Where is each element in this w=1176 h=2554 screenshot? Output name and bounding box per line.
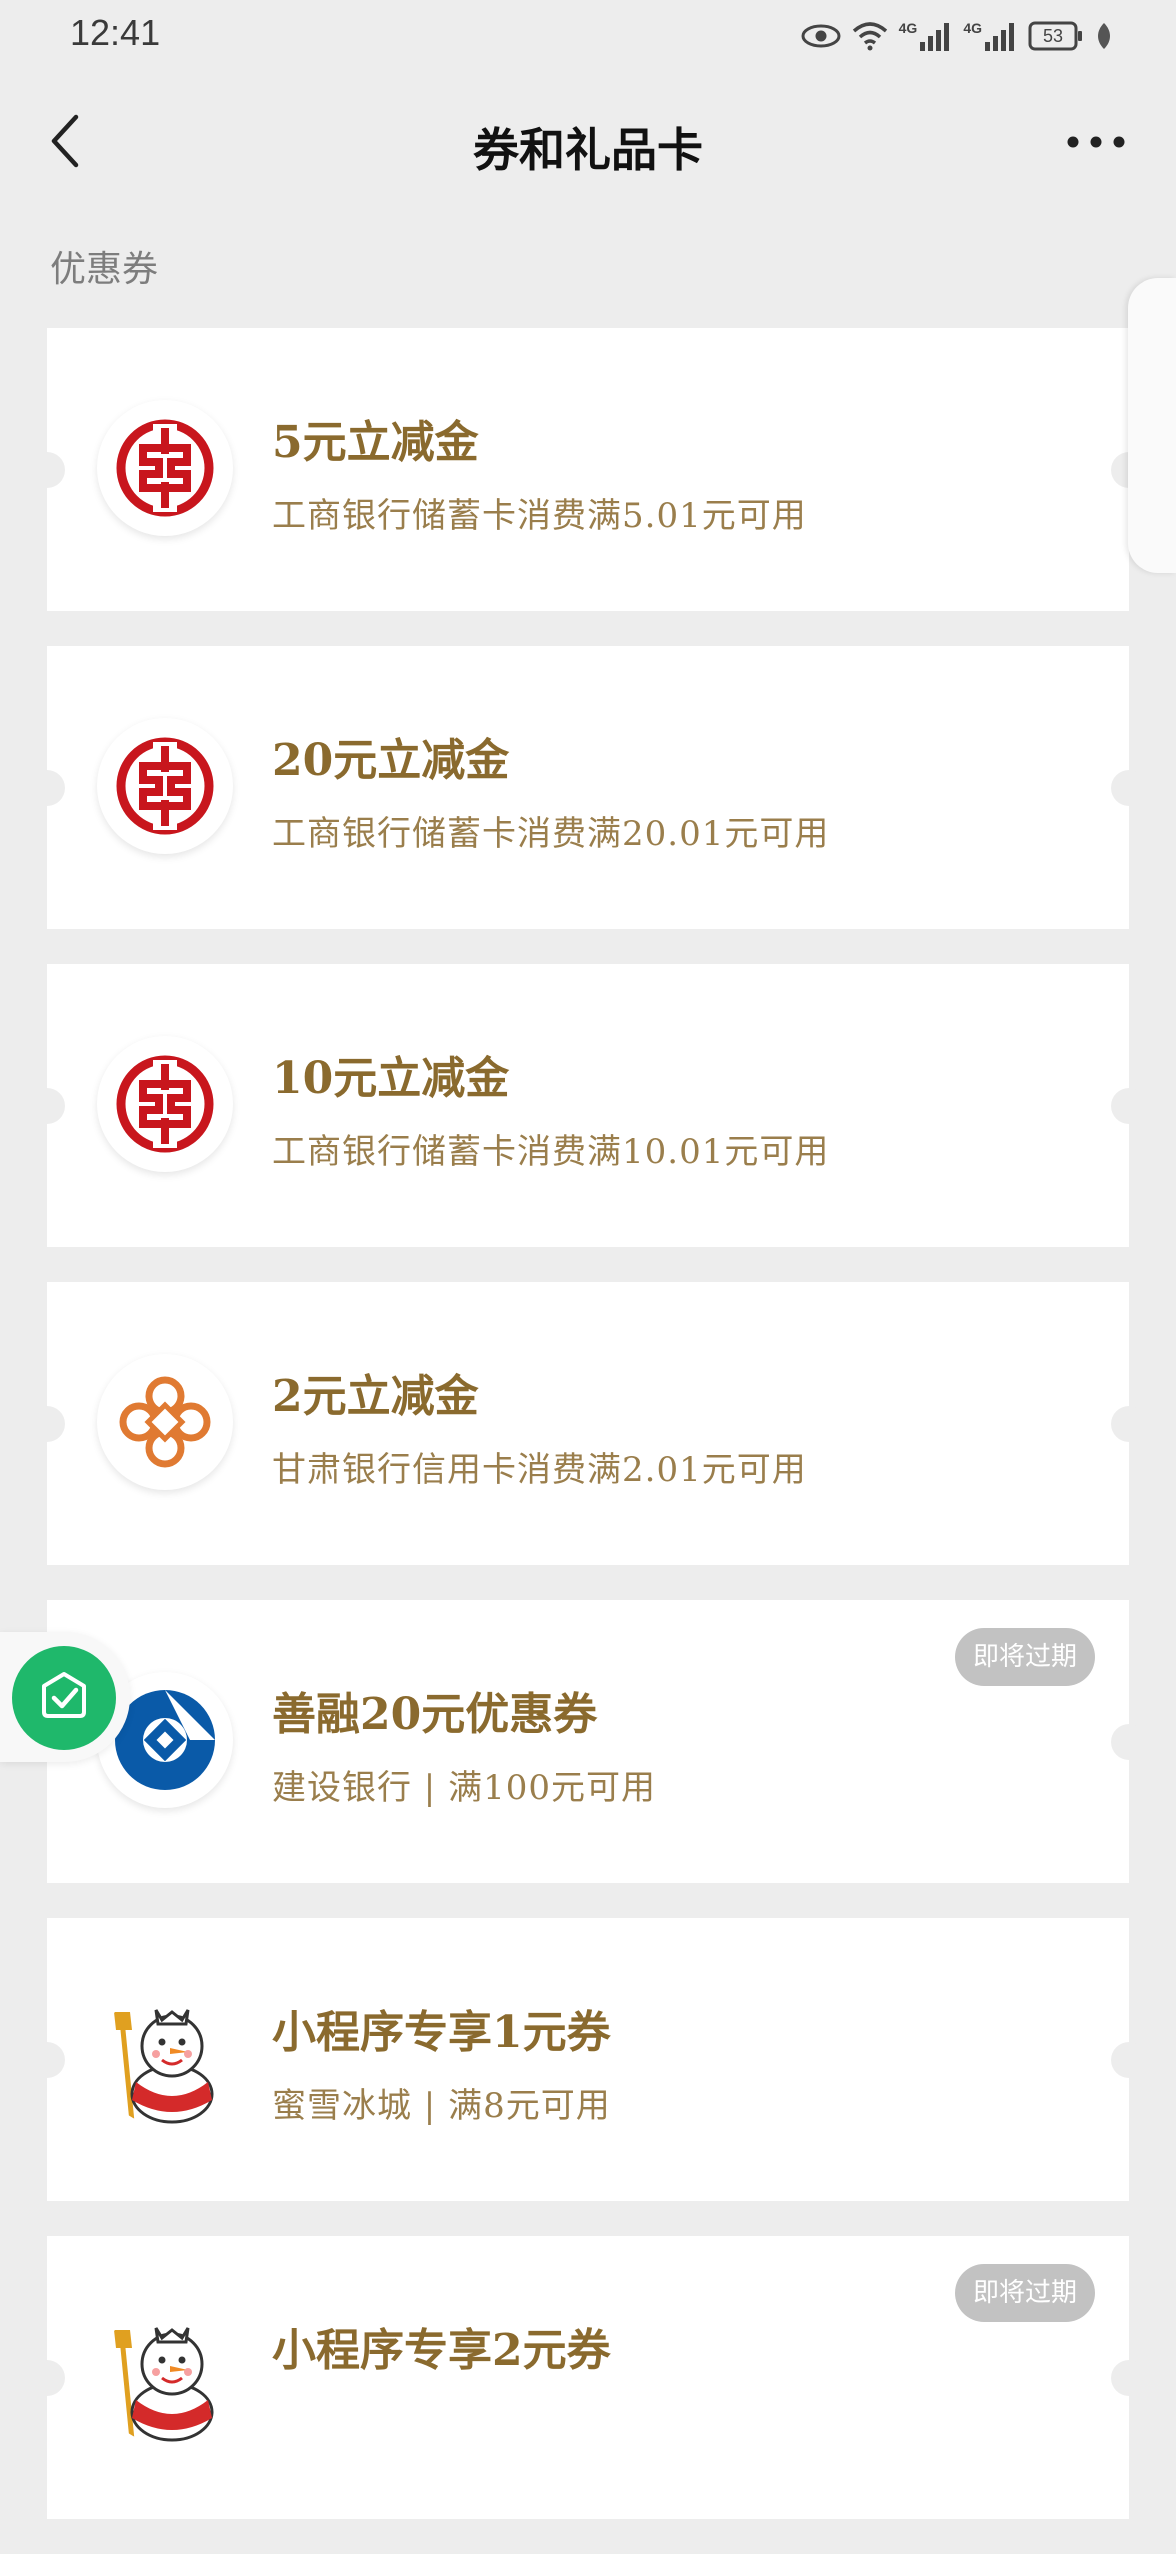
- mixue-snowman-logo: [97, 2308, 233, 2444]
- ticket-notch: [29, 1088, 65, 1124]
- coupon-title: 10元立减金: [272, 1053, 510, 1104]
- cell-signal-icon: 4G: [963, 20, 1018, 52]
- wifi-icon: [851, 20, 889, 52]
- section-label: 优惠券: [50, 249, 159, 290]
- coupon-title: 小程序专享1元券: [272, 2007, 611, 2058]
- ticket-notch: [29, 2042, 65, 2078]
- coupon-title: 20元立减金: [272, 735, 510, 786]
- network-label: 4G: [898, 20, 918, 36]
- expiring-badge: 即将过期: [954, 1628, 1095, 1686]
- check-badge-icon: [36, 1668, 92, 1728]
- battery-icon: 53: [1028, 21, 1084, 51]
- coupon-title: 善融20元优惠券: [272, 1689, 598, 1740]
- coupon-desc: 工商银行储蓄卡消费满10.01元可用: [272, 1132, 830, 1172]
- coupon-desc: 工商银行储蓄卡消费满5.01元可用: [272, 496, 807, 536]
- more-button[interactable]: [1056, 108, 1136, 178]
- coupon-desc: 建设银行 | 满100元可用: [272, 1768, 656, 1808]
- coupon-desc: 工商银行储蓄卡消费满20.01元可用: [272, 814, 830, 854]
- coupon-card[interactable]: 善融20元优惠券 建设银行 | 满100元可用 即将过期: [29, 1600, 1147, 1883]
- coupon-title: 5元立减金: [272, 417, 479, 468]
- page-title: 券和礼品卡: [473, 123, 703, 177]
- edge-panel-handle[interactable]: [1128, 278, 1176, 573]
- ticket-notch: [1111, 2360, 1147, 2396]
- icbc-logo: [97, 718, 233, 854]
- mixue-snowman-logo: [97, 1990, 233, 2126]
- cell-signal-icon: 4G: [899, 20, 954, 52]
- coupon-card[interactable]: 小程序专享2元券 即将过期: [29, 2236, 1147, 2519]
- coupon-desc: 蜜雪冰城 | 满8元可用: [272, 2086, 611, 2126]
- floating-widget[interactable]: [0, 1632, 130, 1762]
- leaf-icon: [1094, 21, 1114, 51]
- icbc-logo: [97, 400, 233, 536]
- coupon-card[interactable]: 20元立减金 工商银行储蓄卡消费满20.01元可用: [29, 646, 1147, 929]
- ticket-notch: [1111, 1724, 1147, 1760]
- coupon-title: 小程序专享2元券: [272, 2325, 611, 2376]
- coupon-card[interactable]: 10元立减金 工商银行储蓄卡消费满10.01元可用: [29, 964, 1147, 1247]
- coupon-title: 2元立减金: [272, 1371, 479, 1422]
- status-icons: 4G 4G 53: [801, 14, 1114, 58]
- coupon-desc: 甘肃银行信用卡消费满2.01元可用: [272, 1450, 807, 1490]
- eye-icon: [801, 23, 841, 49]
- ticket-notch: [1111, 770, 1147, 806]
- network-label: 4G: [963, 20, 982, 36]
- ticket-notch: [29, 452, 65, 488]
- expiring-badge: 即将过期: [954, 2264, 1095, 2322]
- ticket-notch: [1111, 1406, 1147, 1442]
- ticket-notch: [1111, 2042, 1147, 2078]
- ticket-notch: [1111, 1088, 1147, 1124]
- coupon-card[interactable]: 2元立减金 甘肃银行信用卡消费满2.01元可用: [29, 1282, 1147, 1565]
- coupon-list: 5元立减金 工商银行储蓄卡消费满5.01元可用 20元立减金 工商银行储蓄卡消费…: [29, 328, 1147, 2554]
- battery-level: 53: [1042, 26, 1064, 46]
- ticket-notch: [29, 770, 65, 806]
- status-time: 12:41: [70, 12, 161, 53]
- coupon-card[interactable]: 小程序专享1元券 蜜雪冰城 | 满8元可用: [29, 1918, 1147, 2201]
- icbc-logo: [97, 1036, 233, 1172]
- nav-bar: 券和礼品卡: [0, 100, 1176, 190]
- status-bar: 12:41 4G 4G 53: [0, 0, 1176, 76]
- more-dots-icon: [1066, 134, 1126, 153]
- gansu-bank-logo: [97, 1354, 233, 1490]
- floating-action-button[interactable]: [12, 1646, 116, 1750]
- ticket-notch: [29, 1406, 65, 1442]
- coupon-card[interactable]: 5元立减金 工商银行储蓄卡消费满5.01元可用: [29, 328, 1147, 611]
- ticket-notch: [29, 2360, 65, 2396]
